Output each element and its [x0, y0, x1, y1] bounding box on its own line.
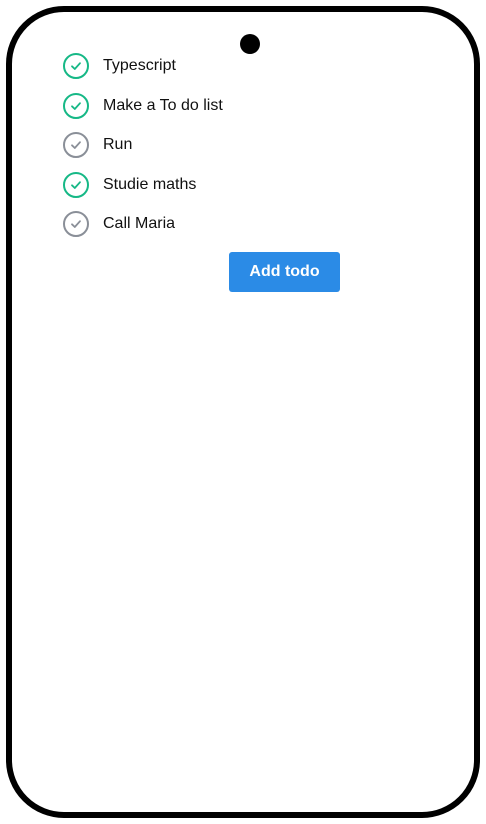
todo-label: Run — [103, 136, 133, 153]
todo-label: Studie maths — [103, 175, 197, 193]
todo-list: Typescript Make a To do list Run Studie … — [63, 52, 223, 250]
todo-label: Make a To do list — [103, 96, 223, 114]
add-todo-button[interactable]: Add todo — [229, 252, 340, 292]
check-icon[interactable] — [63, 132, 89, 158]
todo-item-make-todo-list[interactable]: Make a To do list — [63, 92, 223, 120]
phone-frame: Typescript Make a To do list Run Studie … — [6, 6, 480, 818]
todo-label: Call Maria — [103, 215, 176, 232]
todo-item-typescript[interactable]: Typescript — [63, 52, 223, 80]
check-icon[interactable] — [63, 53, 89, 79]
check-icon[interactable] — [63, 171, 89, 198]
todo-item-run[interactable]: Run — [63, 131, 223, 159]
camera-notch — [240, 34, 260, 54]
todo-item-call-maria[interactable]: Call Maria — [63, 210, 223, 238]
todo-item-studie-maths[interactable]: Studie maths — [63, 171, 223, 199]
todo-label: Typescript — [103, 57, 176, 74]
check-icon[interactable] — [63, 92, 89, 119]
check-icon[interactable] — [63, 211, 89, 237]
